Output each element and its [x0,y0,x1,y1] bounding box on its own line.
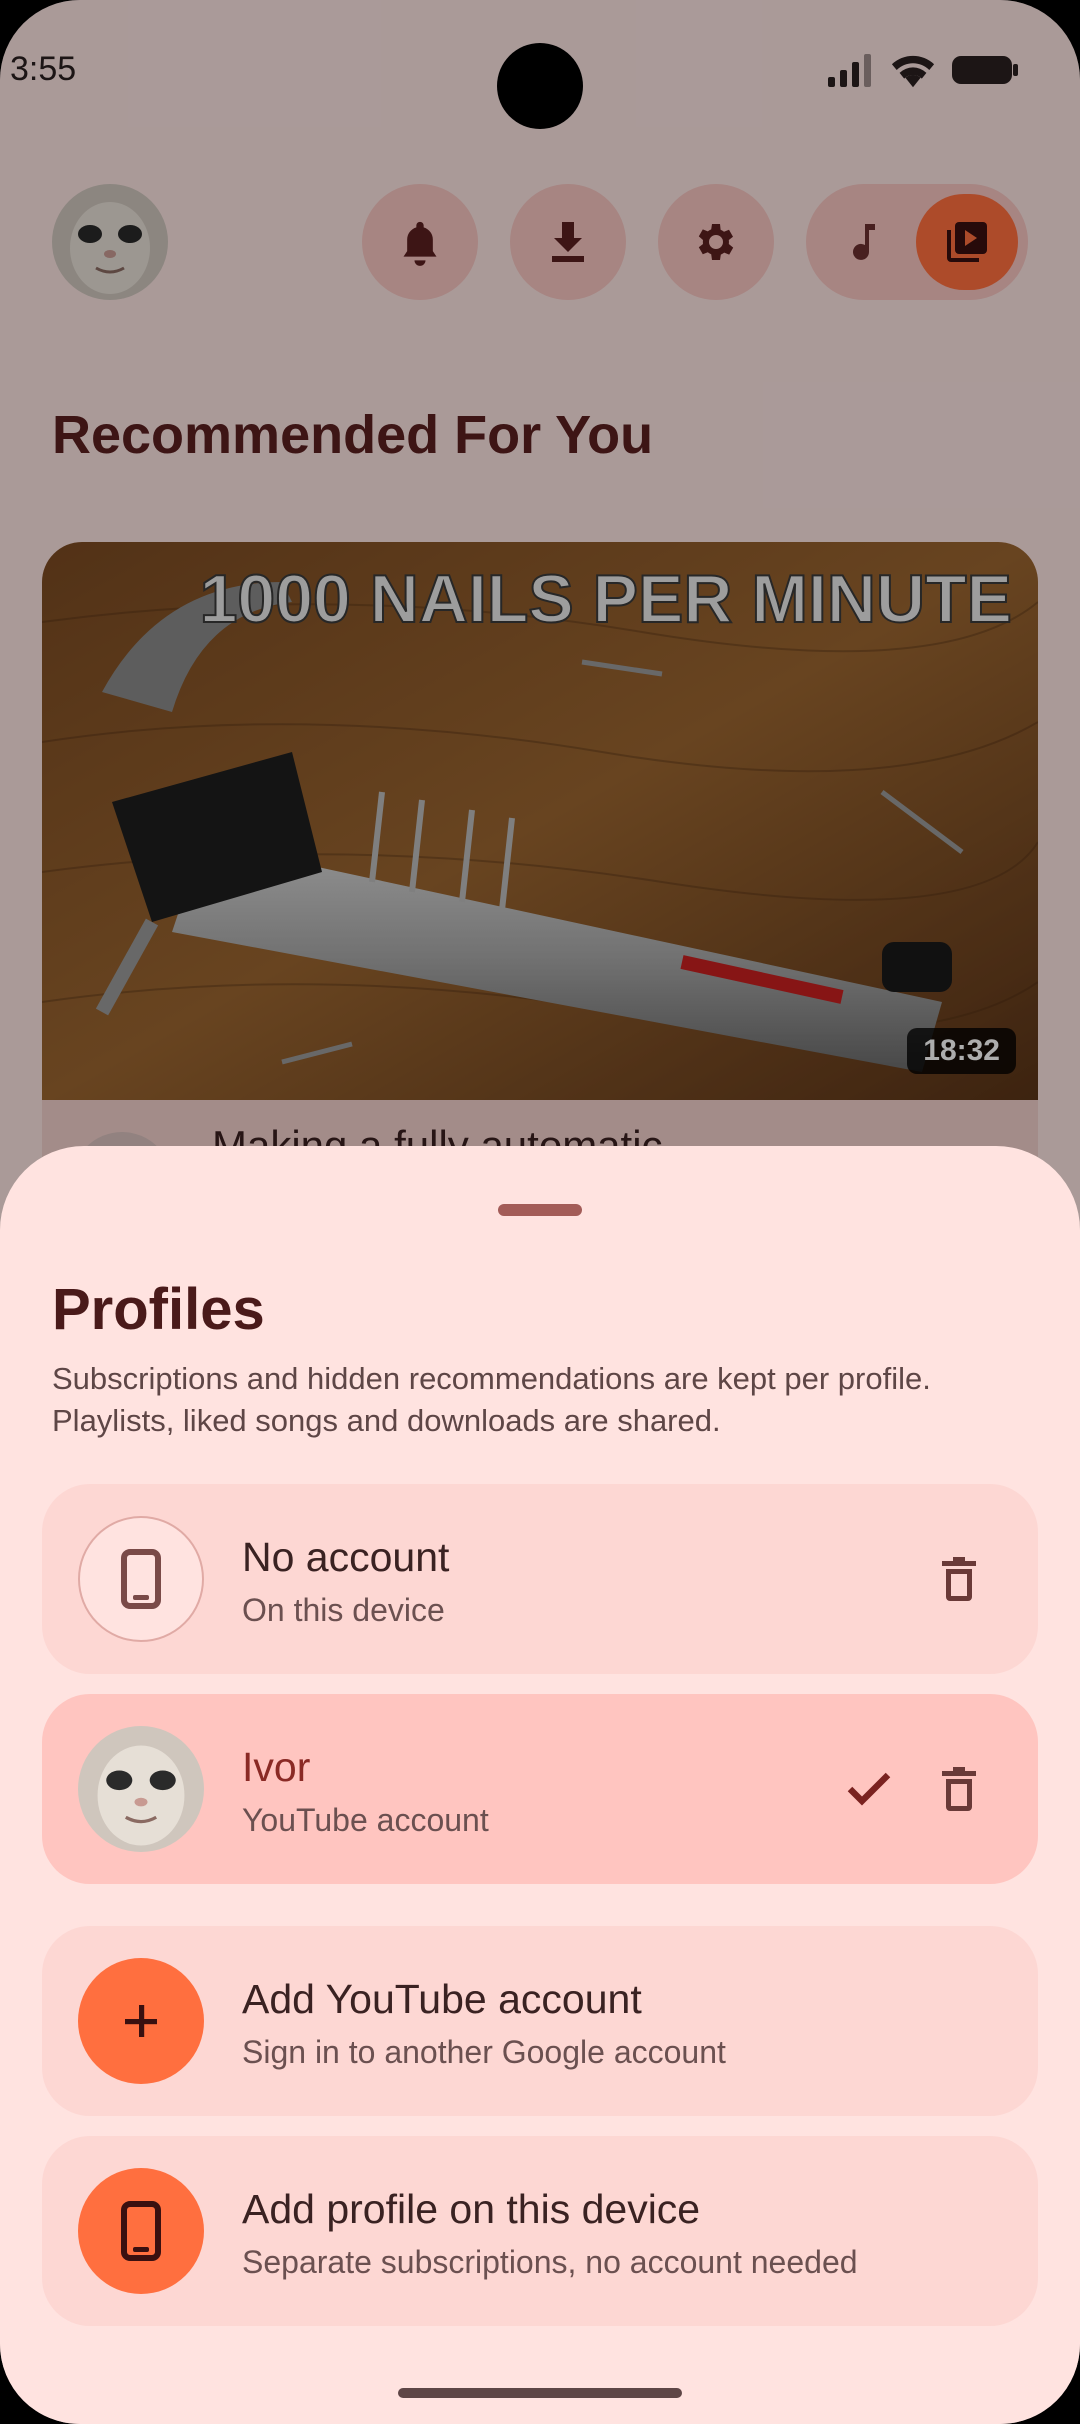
trash-icon [942,1557,976,1601]
profile-avatar [78,1726,204,1852]
profiles-sheet: Profiles Subscriptions and hidden recomm… [0,1146,1080,2424]
profile-item-no-account[interactable]: No account On this device [42,1484,1038,1674]
add-device-profile-button[interactable]: Add profile on this device Separate subs… [42,2136,1038,2326]
phone-icon [121,2201,161,2261]
screen: 3:55 Recommended For You 1000 NAILS PER … [0,0,1080,2424]
profile-item-ivor[interactable]: Ivor YouTube account [42,1694,1038,1884]
action-subtitle: Sign in to another Google account [242,2034,726,2070]
gesture-nav-handle[interactable] [398,2388,682,2398]
sheet-description: Subscriptions and hidden recommendations… [52,1361,931,1438]
delete-profile-button[interactable] [934,1554,984,1604]
delete-profile-button[interactable] [934,1764,984,1814]
avatar-image [78,1726,204,1852]
action-label: Add profile on this device [242,2186,701,2232]
action-subtitle: Separate subscriptions, no account neede… [242,2244,858,2280]
phone-icon [121,1549,161,1609]
trash-icon [942,1767,976,1811]
plus-icon [125,2005,157,2037]
profile-icon [78,1516,204,1642]
action-icon [78,1958,204,2084]
profile-name: Ivor [242,1744,311,1790]
check-icon [847,1772,891,1806]
action-label: Add YouTube account [242,1976,642,2022]
profile-subtitle: On this device [242,1592,445,1628]
selected-check-icon [840,1760,898,1818]
add-youtube-account-button[interactable]: Add YouTube account Sign in to another G… [42,1926,1038,2116]
sheet-title: Profiles [52,1277,265,1342]
profile-name: No account [242,1534,450,1580]
action-icon [78,2168,204,2294]
profile-subtitle: YouTube account [242,1802,489,1838]
drag-handle[interactable] [498,1204,582,1216]
